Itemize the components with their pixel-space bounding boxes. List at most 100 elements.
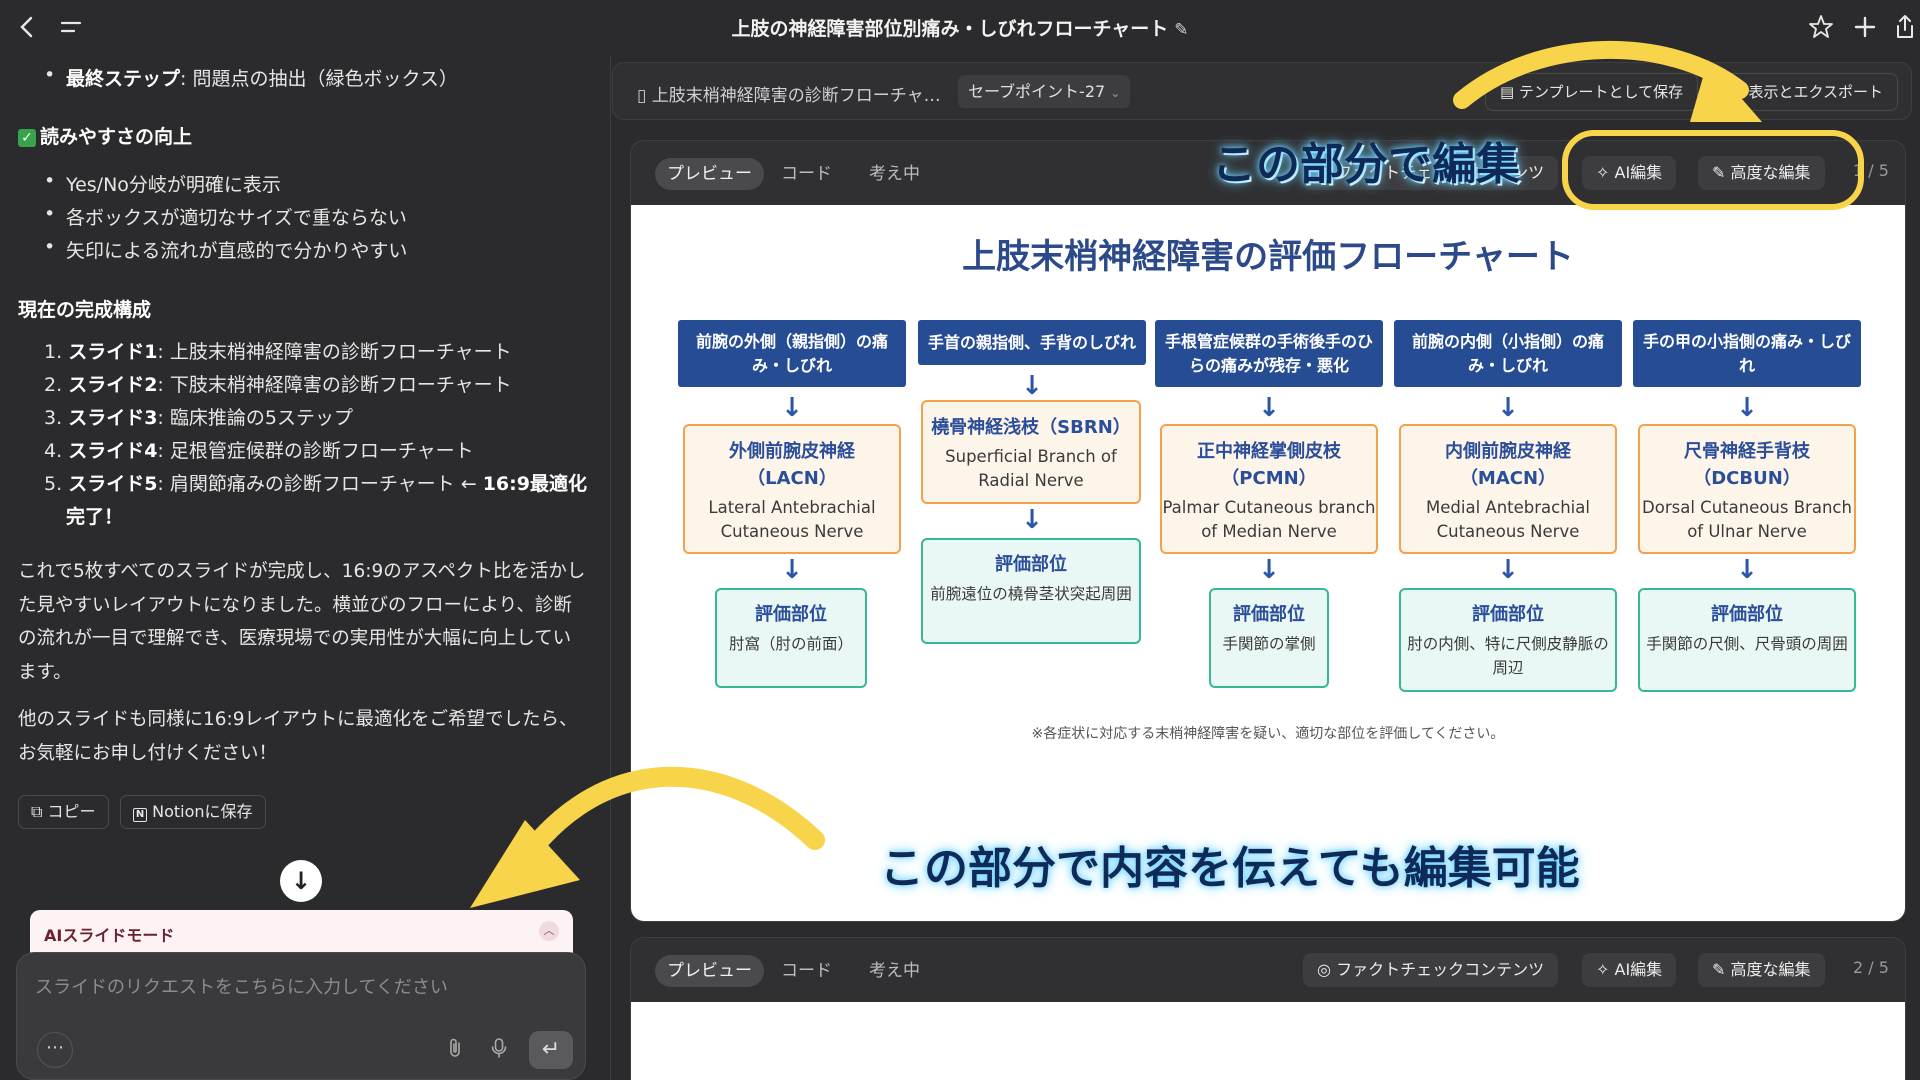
factcheck-button[interactable]: ◎ ファクトチェックコンテンツ bbox=[1303, 953, 1559, 987]
evaluation-title: 評価部位 bbox=[1233, 604, 1305, 625]
copy-label: コピー bbox=[47, 802, 96, 821]
send-button[interactable]: ↵ bbox=[529, 1031, 573, 1069]
nerve-box: 正中神経掌側皮枝（PCMN） Palmar Cutaneous branch o… bbox=[1160, 424, 1378, 554]
evaluation-body: 前腕遠位の橈骨茎状突起周囲 bbox=[930, 585, 1132, 603]
plus-icon[interactable] bbox=[1850, 12, 1880, 42]
list-number: 4. bbox=[44, 440, 63, 462]
slide-text: : 肩関節痛みの診断フローチャート ← bbox=[157, 473, 483, 495]
list-number: 5. bbox=[44, 473, 63, 495]
microphone-icon[interactable] bbox=[489, 1037, 509, 1064]
request-input-box[interactable]: スライドのリクエストをこちらに入力してください ⋯ ↵ bbox=[16, 952, 586, 1080]
evaluation-title: 評価部位 bbox=[1472, 604, 1544, 625]
ai-edit-button[interactable]: ✧ AI編集 bbox=[1582, 953, 1677, 987]
slide-label: スライド1 bbox=[68, 341, 158, 363]
breadcrumb[interactable]: ▯ 上肢末梢神経障害の診断フローチャ… bbox=[637, 81, 941, 106]
nerve-name-en: Superficial Branch of Radial Nerve bbox=[945, 447, 1117, 490]
tab-thinking[interactable]: 考え中 bbox=[857, 158, 932, 190]
slide-tail-continued: 完了！ bbox=[66, 506, 124, 528]
nerve-name-jp: 外側前腕皮神経（LACN） bbox=[729, 441, 855, 489]
final-step-label: 最終ステップ bbox=[66, 68, 181, 90]
ai-slide-mode-bar[interactable]: AIスライドモード ︿ bbox=[30, 910, 573, 955]
advanced-edit-button[interactable]: ✎ 高度な編集 bbox=[1698, 953, 1825, 987]
symptom-box: 前腕の内側（小指側）の痛み・しびれ bbox=[1394, 320, 1622, 387]
notion-label: Notionに保存 bbox=[152, 802, 253, 821]
nerve-box: 橈骨神経浅枝（SBRN） Superficial Branch of Radia… bbox=[921, 400, 1141, 504]
list-number: 2. bbox=[44, 374, 63, 396]
ai-mode-label: AIスライドモード bbox=[44, 926, 175, 945]
nerve-name-en: Palmar Cutaneous branch of Median Nerve bbox=[1162, 498, 1376, 541]
nerve-name-jp: 内側前腕皮神経（MACN） bbox=[1445, 441, 1571, 489]
share-icon[interactable] bbox=[1890, 12, 1920, 42]
slide-text: : 下肢末梢神経障害の診断フローチャート bbox=[157, 374, 512, 396]
evaluation-title: 評価部位 bbox=[995, 554, 1067, 575]
evaluation-box: 評価部位 手関節の掌側 bbox=[1209, 588, 1329, 688]
arrow-down-icon: ↓ bbox=[1021, 371, 1043, 401]
more-options-icon[interactable]: ⋯ bbox=[37, 1032, 73, 1068]
star-icon[interactable] bbox=[1806, 12, 1836, 42]
evaluation-box: 評価部位 前腕遠位の橈骨茎状突起周囲 bbox=[921, 538, 1141, 644]
current-structure-heading: 現在の完成構成 bbox=[18, 299, 152, 321]
ai-edit-label: AI編集 bbox=[1614, 960, 1663, 979]
evaluation-box: 評価部位 肘の内側、特に尺側皮静脈の周辺 bbox=[1399, 588, 1617, 692]
slide-label: スライド5 bbox=[68, 473, 158, 495]
arrow-down-icon: ↓ bbox=[1021, 505, 1043, 535]
slide-list-item: 2. スライド2: 下肢末梢神経障害の診断フローチャート bbox=[44, 370, 512, 397]
tab-preview[interactable]: プレビュー bbox=[655, 955, 764, 987]
slide-label: スライド3 bbox=[68, 407, 158, 429]
notion-icon: N bbox=[133, 808, 147, 822]
readability-heading-text: 読みやすさの向上 bbox=[40, 126, 193, 148]
chevron-up-icon[interactable]: ︿ bbox=[539, 921, 559, 941]
sparkle-icon: ✧ bbox=[1596, 960, 1610, 979]
slide-text: : 臨床推論の5ステップ bbox=[157, 407, 353, 429]
slide-canvas[interactable] bbox=[631, 1002, 1905, 1080]
tab-code[interactable]: コード bbox=[769, 158, 844, 190]
readability-item: Yes/No分岐が明確に表示 bbox=[44, 170, 281, 197]
copy-button[interactable]: ⧉ コピー bbox=[18, 795, 109, 829]
nerve-name-en: Dorsal Cutaneous Branch of Ulnar Nerve bbox=[1642, 498, 1852, 541]
tab-code[interactable]: コード bbox=[769, 955, 844, 987]
slide-title: 上肢末梢神経障害の評価フローチャート bbox=[962, 237, 1574, 277]
symptom-box: 前腕の外側（親指側）の痛み・しびれ bbox=[678, 320, 906, 387]
evaluation-body: 肘の内側、特に尺側皮静脈の周辺 bbox=[1407, 635, 1609, 677]
slide-label: スライド4 bbox=[68, 440, 158, 462]
curved-arrow-bottom bbox=[470, 766, 825, 908]
final-step-item: 最終ステップ: 問題点の抽出（緑色ボックス） bbox=[44, 64, 458, 91]
arrow-down-icon: ↓ bbox=[781, 555, 803, 585]
nerve-name-jp: 橈骨神経浅枝（SBRN） bbox=[931, 417, 1131, 438]
savepoint-select[interactable]: セーブポイント-27 ⌄ bbox=[958, 75, 1131, 108]
evaluation-box: 評価部位 肘窩（肘の前面） bbox=[715, 588, 867, 688]
tab-preview[interactable]: プレビュー bbox=[655, 158, 764, 190]
request-input[interactable]: スライドのリクエストをこちらに入力してください bbox=[35, 973, 448, 999]
slide-list-item: 5. スライド5: 肩関節痛みの診断フローチャート ← 16:9最適化 bbox=[44, 469, 587, 496]
symptom-box: 手の甲の小指側の痛み・しびれ bbox=[1633, 320, 1861, 387]
check-icon: ✓ bbox=[18, 129, 36, 147]
save-to-notion-button[interactable]: N Notionに保存 bbox=[120, 795, 266, 829]
evaluation-body: 手関節の掌側 bbox=[1222, 635, 1316, 653]
chevron-down-icon: ⌄ bbox=[1110, 86, 1121, 100]
nerve-name-en: Medial Antebrachial Cutaneous Nerve bbox=[1426, 498, 1590, 541]
list-number: 3. bbox=[44, 407, 63, 429]
nerve-name-jp: 尺骨神経手背枝（DCBUN） bbox=[1684, 441, 1810, 489]
edit-title-icon[interactable]: ✎ bbox=[1174, 20, 1188, 40]
symptom-box: 手根管症候群の手術後手のひらの痛みが残存・悪化 bbox=[1155, 320, 1383, 387]
slide-footnote: ※各症状に対応する末梢神経障害を疑い、適切な部位を評価してください。 bbox=[1031, 726, 1505, 742]
arrow-down-icon: ↓ bbox=[1258, 393, 1280, 423]
evaluation-body: 手関節の尺側、尺骨頭の周囲 bbox=[1646, 635, 1848, 653]
tab-thinking[interactable]: 考え中 bbox=[857, 955, 932, 987]
readability-item: 矢印による流れが直感的で分かりやすい bbox=[44, 236, 407, 263]
advanced-edit-label: 高度な編集 bbox=[1730, 960, 1811, 979]
attach-icon[interactable] bbox=[445, 1037, 465, 1064]
scroll-down-button[interactable]: ↓ bbox=[280, 860, 322, 902]
list-number: 1. bbox=[44, 341, 63, 363]
slide-list-item: 4. スライド4: 足根管症候群の診断フローチャート bbox=[44, 436, 474, 463]
callout-convey-here: この部分で内容を伝えても編集可能 bbox=[880, 843, 1580, 894]
callout-edit-here: この部分で編集 bbox=[1212, 139, 1520, 190]
evaluation-box: 評価部位 手関節の尺側、尺骨頭の周囲 bbox=[1638, 588, 1856, 692]
nerve-name-jp: 正中神経掌側皮枝（PCMN） bbox=[1197, 441, 1341, 489]
evaluation-body: 肘窩（肘の前面） bbox=[728, 635, 853, 653]
page-number: 2 / 5 bbox=[1853, 958, 1889, 977]
readability-heading: ✓ 読みやすさの向上 bbox=[18, 122, 192, 149]
slide-text: : 足根管症候群の診断フローチャート bbox=[157, 440, 474, 462]
document-title-text: 上肢の神経障害部位別痛み・しびれフローチャート bbox=[731, 18, 1169, 40]
nerve-name-en: Lateral Antebrachial Cutaneous Nerve bbox=[708, 498, 876, 541]
